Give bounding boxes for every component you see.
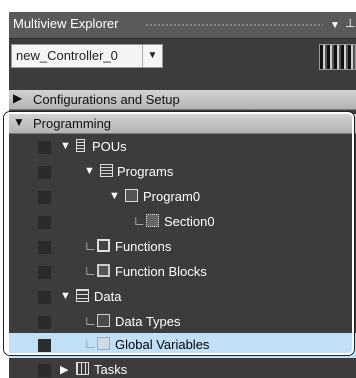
tree-item-program0[interactable]: ▼ Program0 (9, 185, 356, 210)
tree-item-section0[interactable]: ∟ Section0 (9, 210, 356, 235)
tasks-icon (76, 362, 89, 375)
checkbox[interactable] (38, 339, 51, 352)
pin-icon[interactable]: ⊥ (345, 16, 355, 30)
expand-arrow-icon[interactable]: ▶ (60, 363, 68, 376)
multiview-explorer-panel: Multiview Explorer ▼ ⊥ new_Controller_0 … (9, 12, 356, 378)
chevron-down-icon[interactable]: ▼ (330, 20, 340, 31)
section-configurations-and-setup[interactable]: ▶ Configurations and Setup (9, 90, 356, 110)
tree-item-label: Data Types (115, 314, 181, 329)
pou-icon (76, 139, 85, 152)
data-icon (76, 289, 89, 302)
panel-title: Multiview Explorer (13, 16, 119, 31)
checkbox[interactable] (38, 241, 51, 254)
collapse-arrow-icon[interactable]: ▼ (60, 140, 71, 152)
section-label: Configurations and Setup (33, 92, 180, 107)
expand-arrow-icon[interactable]: ▶ (13, 91, 22, 105)
tree-item-label: Program0 (143, 189, 201, 204)
controller-select[interactable]: new_Controller_0 ▼ (11, 44, 163, 68)
checkbox[interactable] (38, 191, 51, 204)
collapse-arrow-icon[interactable]: ▼ (13, 115, 25, 129)
tree-item-data[interactable]: ▼ Data (9, 285, 356, 310)
section-icon (146, 214, 159, 227)
controller-image (319, 44, 356, 70)
tree-branch-icon: ∟ (84, 336, 97, 351)
program-icon (125, 189, 138, 202)
tree-item-label: Global Variables (115, 337, 210, 352)
tree-item-functions[interactable]: ∟ Functions (9, 235, 356, 260)
tree-branch-icon: ∟ (84, 313, 97, 328)
tree-item-global-variables[interactable]: ∟ Global Variables (9, 333, 356, 358)
checkbox[interactable] (38, 141, 51, 154)
chevron-down-icon[interactable]: ▼ (142, 45, 162, 67)
tree-item-label: Data (94, 289, 122, 304)
checkbox[interactable] (38, 266, 51, 279)
tree-item-label: Functions (115, 239, 172, 254)
collapse-arrow-icon[interactable]: ▼ (109, 190, 120, 202)
checkbox[interactable] (38, 364, 51, 377)
checkbox[interactable] (38, 316, 51, 329)
programs-folder-icon (100, 164, 113, 177)
tree-branch-icon: ∟ (84, 263, 97, 278)
tree-item-label: Tasks (94, 362, 128, 377)
collapse-arrow-icon[interactable]: ▼ (60, 290, 71, 302)
tree-item-label: Programs (117, 164, 174, 179)
collapse-arrow-icon[interactable]: ▼ (84, 165, 95, 177)
tree-branch-icon: ∟ (84, 238, 97, 253)
panel-titlebar[interactable]: Multiview Explorer ▼ ⊥ (9, 12, 356, 39)
functions-icon (97, 239, 110, 252)
checkbox[interactable] (38, 166, 51, 179)
tree-item-label: Section0 (164, 214, 215, 229)
tree-item-data-types[interactable]: ∟ Data Types (9, 310, 356, 335)
tree-item-label: POUs (92, 139, 127, 154)
titlebar-grip[interactable] (145, 23, 323, 28)
global-variables-icon (97, 337, 110, 350)
controller-select-value: new_Controller_0 (16, 48, 118, 63)
tree-item-pous[interactable]: ▼ POUs (9, 135, 356, 160)
tree-item-programs[interactable]: ▼ Programs (9, 160, 356, 185)
tree-item-function-blocks[interactable]: ∟ Function Blocks (9, 260, 356, 285)
section-label: Programming (33, 116, 112, 131)
tree-item-tasks[interactable]: ▶ Tasks (9, 358, 356, 378)
tree-item-label: Function Blocks (115, 264, 207, 279)
section-programming[interactable]: ▼ Programming (9, 114, 356, 134)
checkbox[interactable] (38, 216, 51, 229)
function-blocks-icon (97, 264, 110, 277)
tree-branch-icon: ∟ (133, 213, 146, 228)
checkbox[interactable] (38, 291, 51, 304)
data-types-icon (97, 314, 110, 327)
